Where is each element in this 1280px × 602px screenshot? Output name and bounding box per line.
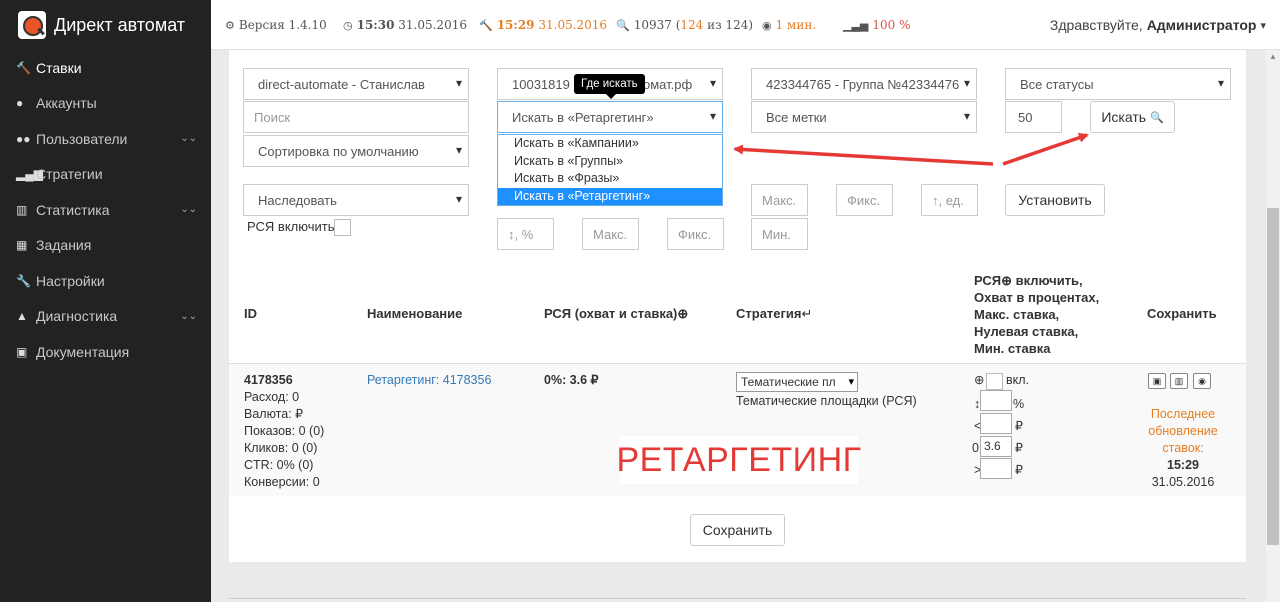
arrow-to-search-button (1002, 132, 1089, 166)
arrow-to-dropdown (733, 144, 994, 166)
annotation-arrows (733, 132, 1089, 166)
